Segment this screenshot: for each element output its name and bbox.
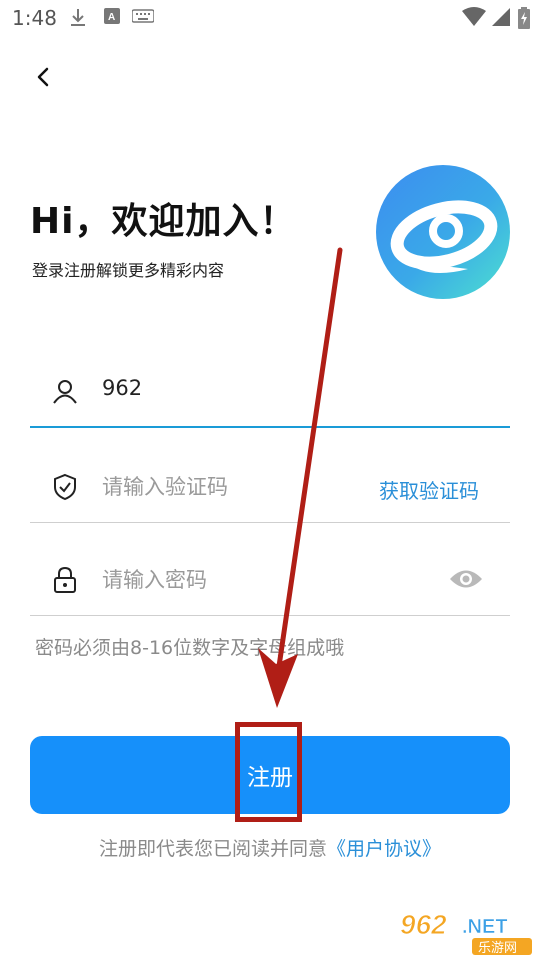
svg-text:.NET: .NET — [462, 916, 508, 938]
watermark-logo: 962 .NET 乐游网 — [398, 906, 536, 956]
svg-text:乐游网: 乐游网 — [478, 941, 517, 956]
annotation-box — [235, 722, 302, 822]
svg-text:962: 962 — [400, 909, 447, 940]
